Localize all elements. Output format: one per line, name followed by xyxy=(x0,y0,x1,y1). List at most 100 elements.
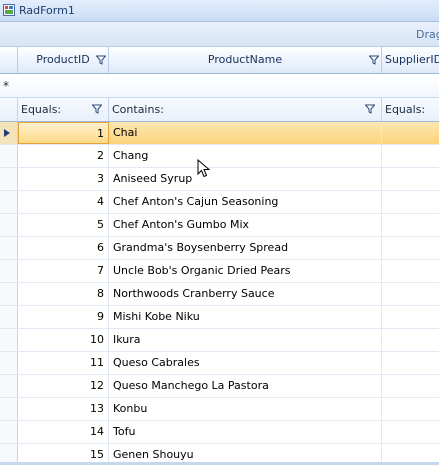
row-indicator xyxy=(0,237,18,259)
cell-productid[interactable]: 13 xyxy=(18,398,109,420)
table-row[interactable]: 5 Chef Anton's Gumbo Mix xyxy=(0,214,439,237)
group-panel[interactable]: Drag xyxy=(0,22,439,47)
filter-cell-productid[interactable]: Equals: xyxy=(18,98,109,121)
cell-productname[interactable]: Grandma's Boysenberry Spread xyxy=(109,237,382,259)
column-header-supplierid[interactable]: SupplierID xyxy=(382,47,439,73)
cell-supplierid[interactable] xyxy=(382,421,439,443)
cell-productname[interactable]: Ikura xyxy=(109,329,382,351)
filter-icon[interactable] xyxy=(369,55,379,65)
mouse-pointer-icon xyxy=(197,159,211,178)
cell-productid[interactable]: 10 xyxy=(18,329,109,351)
filter-icon[interactable] xyxy=(96,55,106,65)
table-row[interactable]: 8 Northwoods Cranberry Sauce xyxy=(0,283,439,306)
cell-productid[interactable]: 1 xyxy=(18,122,109,144)
filter-operator-label: Equals: xyxy=(385,103,426,116)
new-row[interactable]: * xyxy=(0,74,439,98)
cell-supplierid[interactable] xyxy=(382,398,439,420)
table-row[interactable]: 11 Queso Cabrales xyxy=(0,352,439,375)
row-indicator xyxy=(0,352,18,374)
cell-productname[interactable]: Chang xyxy=(109,145,382,167)
table-row[interactable]: 13 Konbu xyxy=(0,398,439,421)
cell-supplierid[interactable] xyxy=(382,237,439,259)
header-indicator-cell xyxy=(0,47,18,73)
cell-supplierid[interactable] xyxy=(382,260,439,282)
cell-productid[interactable]: 14 xyxy=(18,421,109,443)
cell-productid[interactable]: 5 xyxy=(18,214,109,236)
cell-productname[interactable]: Aniseed Syrup xyxy=(109,168,382,190)
cell-productid[interactable]: 8 xyxy=(18,283,109,305)
cell-productid[interactable]: 12 xyxy=(18,375,109,397)
column-header-label: ProductName xyxy=(207,53,283,66)
filter-icon[interactable] xyxy=(365,104,375,114)
row-indicator xyxy=(0,283,18,305)
table-row[interactable]: 7 Uncle Bob's Organic Dried Pears xyxy=(0,260,439,283)
table-row[interactable]: 2 Chang xyxy=(0,145,439,168)
row-indicator xyxy=(0,306,18,328)
column-header-row: ProductID ProductName SupplierID xyxy=(0,47,439,74)
cell-productname[interactable]: Mishi Kobe Niku xyxy=(109,306,382,328)
row-indicator xyxy=(0,398,18,420)
cell-productname[interactable]: Konbu xyxy=(109,398,382,420)
title-bar: RadForm1 xyxy=(0,0,439,22)
column-header-productid[interactable]: ProductID xyxy=(18,47,109,73)
cell-productname[interactable]: Northwoods Cranberry Sauce xyxy=(109,283,382,305)
cell-productid[interactable]: 7 xyxy=(18,260,109,282)
filter-icon[interactable] xyxy=(92,104,102,114)
table-row[interactable]: 4 Chef Anton's Cajun Seasoning xyxy=(0,191,439,214)
table-row[interactable]: 6 Grandma's Boysenberry Spread xyxy=(0,237,439,260)
cell-productname[interactable]: Chef Anton's Gumbo Mix xyxy=(109,214,382,236)
cell-productname[interactable]: Queso Manchego La Pastora xyxy=(109,375,382,397)
cell-productid[interactable]: 11 xyxy=(18,352,109,374)
cell-productname[interactable]: Uncle Bob's Organic Dried Pears xyxy=(109,260,382,282)
cell-productname[interactable]: Tofu xyxy=(109,421,382,443)
cell-productname[interactable]: Chef Anton's Cajun Seasoning xyxy=(109,191,382,213)
cell-productname[interactable]: Queso Cabrales xyxy=(109,352,382,374)
table-row[interactable]: 3 Aniseed Syrup xyxy=(0,168,439,191)
row-indicator xyxy=(0,260,18,282)
row-indicator xyxy=(0,214,18,236)
filter-indicator-cell xyxy=(0,98,18,121)
column-header-label: ProductID xyxy=(36,53,90,66)
cell-supplierid[interactable] xyxy=(382,214,439,236)
column-header-label: SupplierID xyxy=(385,53,439,66)
row-indicator xyxy=(0,329,18,351)
cell-supplierid[interactable] xyxy=(382,145,439,167)
column-header-productname[interactable]: ProductName xyxy=(109,47,382,73)
filter-cell-supplierid[interactable]: Equals: xyxy=(382,98,439,121)
table-row[interactable]: 9 Mishi Kobe Niku xyxy=(0,306,439,329)
filter-operator-label: Equals: xyxy=(21,103,62,116)
cell-productid[interactable]: 3 xyxy=(18,168,109,190)
products-grid[interactable]: ProductID ProductName SupplierID * Equal… xyxy=(0,47,439,465)
row-indicator xyxy=(0,375,18,397)
filter-cell-productname[interactable]: Contains: xyxy=(109,98,382,121)
cell-productname[interactable]: Chai xyxy=(109,122,382,144)
cell-supplierid[interactable] xyxy=(382,329,439,351)
table-row[interactable]: 14 Tofu xyxy=(0,421,439,444)
filter-row: Equals: Contains: Equals: xyxy=(0,98,439,122)
row-indicator xyxy=(0,145,18,167)
row-indicator xyxy=(0,122,18,144)
row-indicator xyxy=(0,168,18,190)
filter-operator-label: Contains: xyxy=(112,103,164,116)
window-title: RadForm1 xyxy=(19,4,75,17)
cell-productid[interactable]: 2 xyxy=(18,145,109,167)
cell-productid[interactable]: 9 xyxy=(18,306,109,328)
current-row-arrow-icon xyxy=(4,129,10,137)
cell-supplierid[interactable] xyxy=(382,352,439,374)
cell-productid[interactable]: 4 xyxy=(18,191,109,213)
new-row-indicator: * xyxy=(3,79,9,93)
table-row[interactable]: 10 Ikura xyxy=(0,329,439,352)
cell-supplierid[interactable] xyxy=(382,375,439,397)
row-indicator xyxy=(0,191,18,213)
cell-supplierid[interactable] xyxy=(382,168,439,190)
data-rows: 1 Chai 2 Chang 3 Aniseed Syrup 4 Chef An… xyxy=(0,122,439,465)
cell-productid[interactable]: 6 xyxy=(18,237,109,259)
cell-supplierid[interactable] xyxy=(382,283,439,305)
cell-supplierid[interactable] xyxy=(382,306,439,328)
table-row[interactable]: 12 Queso Manchego La Pastora xyxy=(0,375,439,398)
cell-supplierid[interactable] xyxy=(382,122,439,144)
table-row[interactable]: 1 Chai xyxy=(0,122,439,145)
group-panel-hint: Drag xyxy=(416,28,439,41)
row-indicator xyxy=(0,421,18,443)
cell-supplierid[interactable] xyxy=(382,191,439,213)
